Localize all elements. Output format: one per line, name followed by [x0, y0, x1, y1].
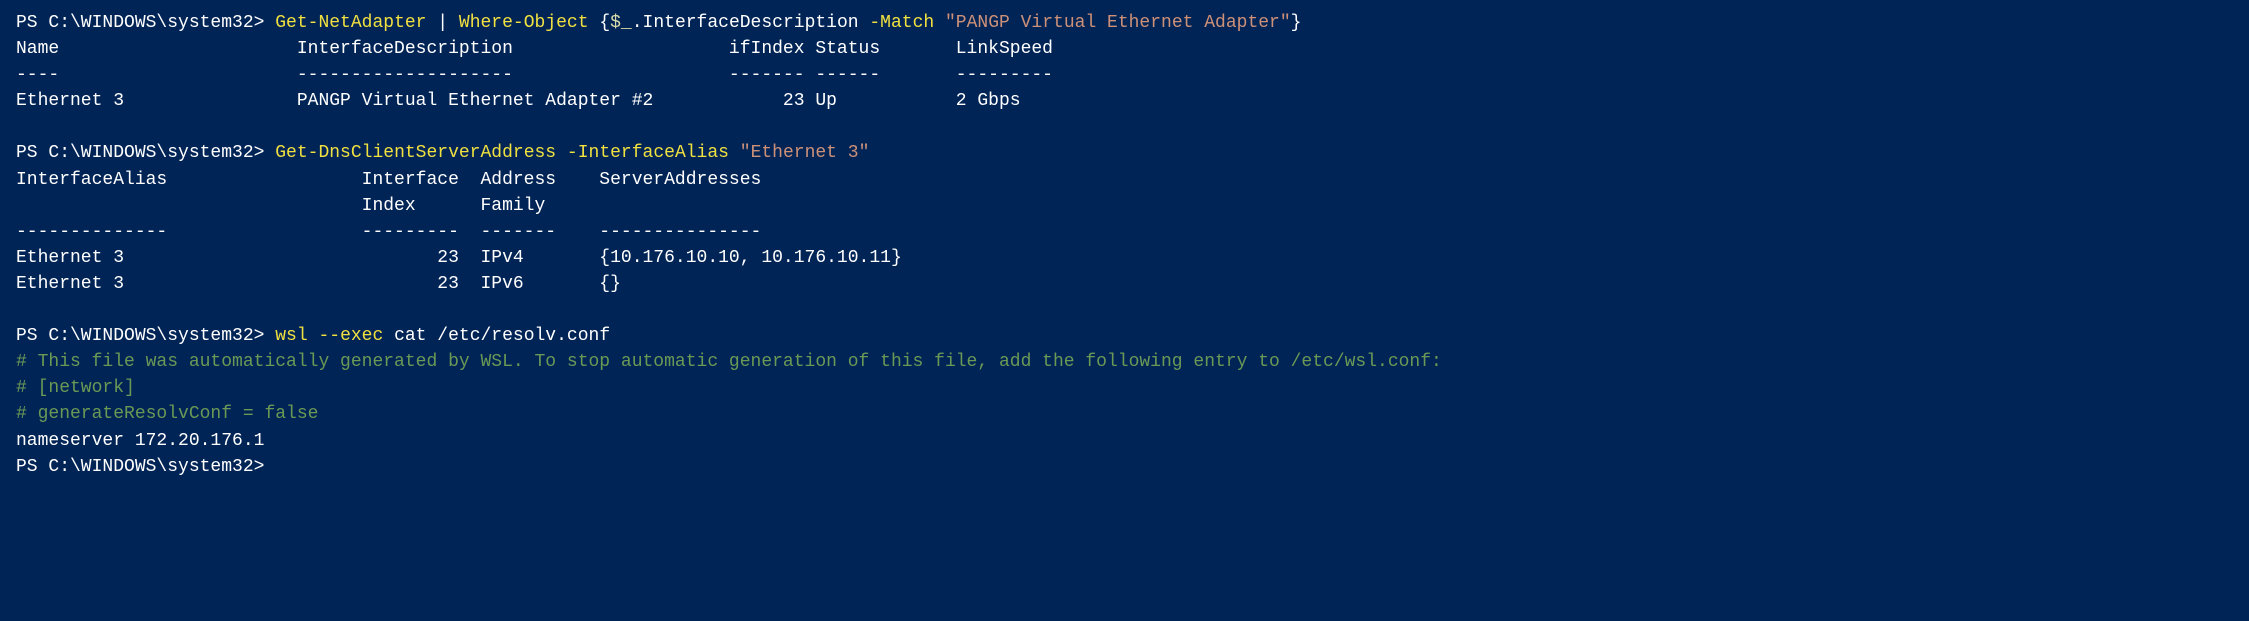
terminal-text: nameserver 172.20.176.1 [16, 431, 264, 451]
terminal-text: cat /etc/resolv.conf [383, 326, 610, 346]
terminal-text: Ethernet 3 PANGP Virtual Ethernet Adapte… [16, 91, 1021, 111]
blank-line [16, 114, 2233, 140]
terminal-text: InterfaceAlias Interface Address ServerA… [16, 170, 761, 190]
header1: Name InterfaceDescription ifIndex Status… [16, 36, 2233, 62]
terminal-text: Ethernet 3 23 IPv6 {} [16, 274, 621, 294]
terminal-text: .InterfaceDescription [632, 13, 870, 33]
terminal-text [308, 326, 319, 346]
dash2: -------------- --------- ------- -------… [16, 219, 2233, 245]
terminal-text: } [1291, 13, 1302, 33]
terminal-text [729, 143, 740, 163]
terminal-text: PS C:\WINDOWS\system32> [16, 457, 275, 477]
comment3: # generateResolvConf = false [16, 401, 2233, 427]
nameserver: nameserver 172.20.176.1 [16, 428, 2233, 454]
row2a: Ethernet 3 23 IPv4 {10.176.10.10, 10.176… [16, 245, 2233, 271]
prompt-end: PS C:\WINDOWS\system32> [16, 454, 2233, 480]
terminal-text: Get-DnsClientServerAddress [275, 143, 556, 163]
terminal-text: { [589, 13, 611, 33]
terminal-text: Where-Object [459, 13, 589, 33]
header2a: InterfaceAlias Interface Address ServerA… [16, 167, 2233, 193]
terminal-text: # generateResolvConf = false [16, 404, 318, 424]
header2b: Index Family [16, 193, 2233, 219]
terminal-text: -------------- --------- ------- -------… [16, 222, 761, 242]
terminal-text: -Match [869, 13, 934, 33]
terminal-text: PS C:\WINDOWS\system32> [16, 13, 275, 33]
row2b: Ethernet 3 23 IPv6 {} [16, 271, 2233, 297]
dash1: ---- -------------------- ------- ------… [16, 62, 2233, 88]
terminal-window[interactable]: PS C:\WINDOWS\system32> Get-NetAdapter |… [16, 10, 2233, 480]
terminal-text: | [426, 13, 458, 33]
comment1: # This file was automatically generated … [16, 349, 2233, 375]
terminal-text: wsl [275, 326, 307, 346]
terminal-text: -InterfaceAlias [567, 143, 729, 163]
cmd3: PS C:\WINDOWS\system32> wsl --exec cat /… [16, 323, 2233, 349]
terminal-text: --exec [318, 326, 383, 346]
cmd2: PS C:\WINDOWS\system32> Get-DnsClientSer… [16, 140, 2233, 166]
terminal-text: Ethernet 3 23 IPv4 {10.176.10.10, 10.176… [16, 248, 902, 268]
terminal-text [934, 13, 945, 33]
terminal-text: "Ethernet 3" [740, 143, 870, 163]
terminal-text: Index Family [16, 196, 545, 216]
terminal-text: PS C:\WINDOWS\system32> [16, 143, 275, 163]
terminal-text: "PANGP Virtual Ethernet Adapter" [945, 13, 1291, 33]
terminal-text: # This file was automatically generated … [16, 352, 1442, 372]
row1: Ethernet 3 PANGP Virtual Ethernet Adapte… [16, 88, 2233, 114]
terminal-text: ---- -------------------- ------- ------… [16, 65, 1053, 85]
terminal-text: Get-NetAdapter [275, 13, 426, 33]
terminal-text: # [network] [16, 378, 135, 398]
comment2: # [network] [16, 375, 2233, 401]
terminal-text: Name InterfaceDescription ifIndex Status… [16, 39, 1053, 59]
cmd1: PS C:\WINDOWS\system32> Get-NetAdapter |… [16, 10, 2233, 36]
blank-line [16, 297, 2233, 323]
terminal-text: PS C:\WINDOWS\system32> [16, 326, 275, 346]
terminal-text [556, 143, 567, 163]
terminal-text: $_ [610, 13, 632, 33]
